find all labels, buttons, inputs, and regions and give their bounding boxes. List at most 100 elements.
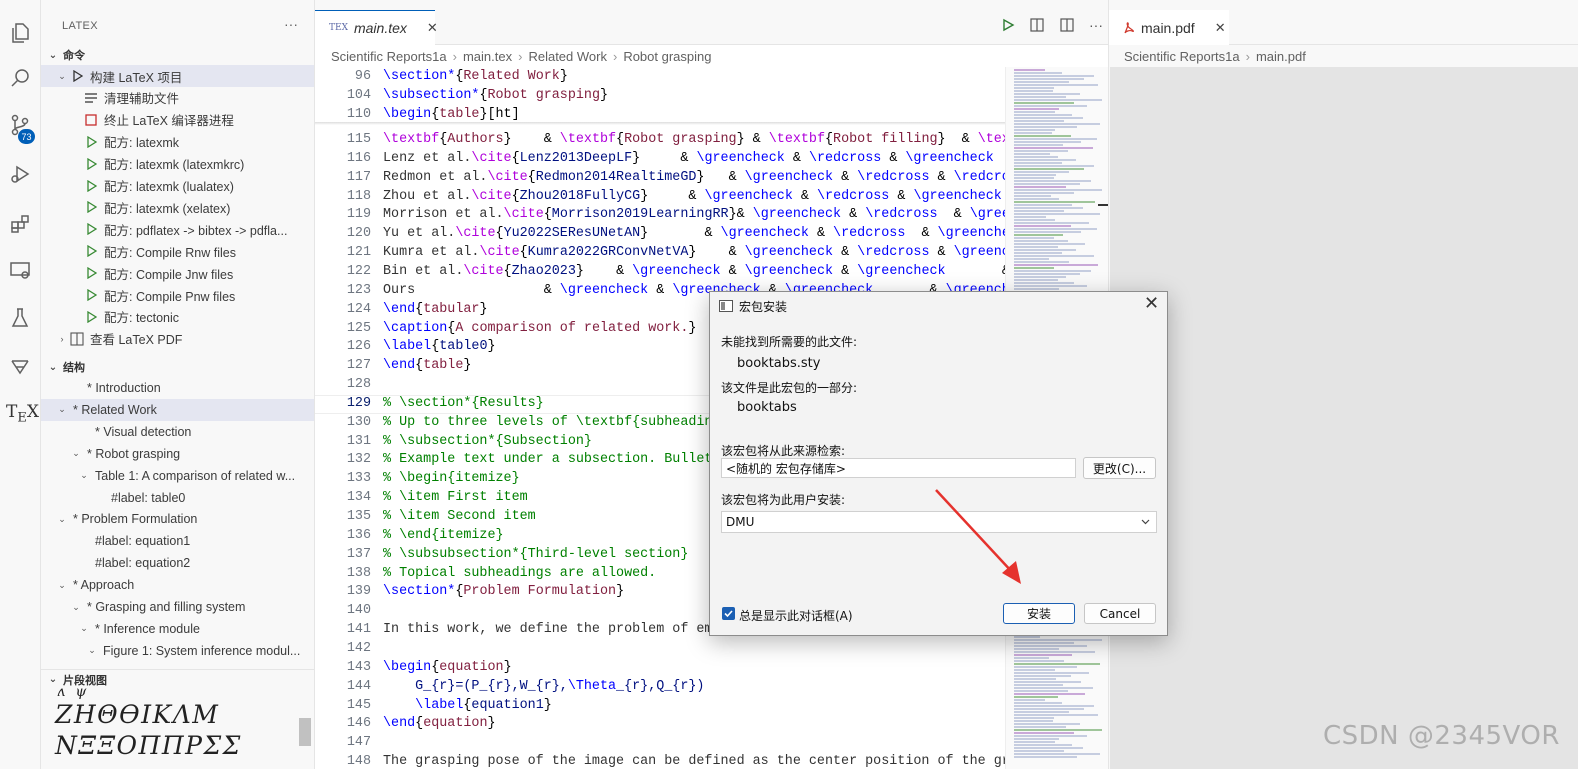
command-item[interactable]: 配方: latexmk (latexmkrc) — [41, 153, 314, 175]
code-line[interactable]: \end{table} — [383, 356, 471, 375]
code-line[interactable]: \caption{A comparison of related work.} — [383, 319, 696, 338]
cancel-button[interactable]: Cancel — [1084, 603, 1156, 624]
chevron-down-icon: ⌄ — [48, 49, 58, 61]
explorer-icon[interactable] — [4, 17, 36, 49]
command-item[interactable]: 配方: pdflatex -> bibtex -> pdfla... — [41, 218, 314, 240]
structure-item[interactable]: ⌄ Table 1: A comparison of related w... — [41, 465, 314, 487]
code-line[interactable]: % \item First item — [383, 488, 528, 507]
code-line[interactable]: % Topical subheadings are allowed. — [383, 564, 656, 583]
breadcrumb-item[interactable]: main.tex — [463, 49, 512, 64]
breadcrumb-item[interactable]: Scientific Reports1a — [1124, 49, 1240, 64]
testing-icon[interactable] — [4, 302, 36, 334]
code-line[interactable]: % \section*{Results} — [383, 394, 544, 413]
breadcrumb-item[interactable]: main.pdf — [1256, 49, 1306, 64]
code-line[interactable]: \label{table0} — [383, 337, 496, 356]
tab-main-tex[interactable]: TEX main.tex ✕ — [315, 10, 438, 45]
command-item[interactable]: 配方: tectonic — [41, 306, 314, 328]
more-actions-icon[interactable]: ··· — [284, 16, 298, 32]
command-item[interactable]: 终止 LaTeX 编译器进程 — [41, 109, 314, 131]
command-item[interactable]: ⌄ 构建 LaTeX 项目 — [41, 65, 314, 87]
code-token: _{r},Q_{r}) — [616, 678, 705, 694]
change-button[interactable]: 更改(C)... — [1083, 457, 1156, 479]
command-item[interactable]: › 查看 LaTeX PDF — [41, 328, 314, 350]
structure-item[interactable]: * Introduction — [41, 377, 314, 399]
command-item[interactable]: 配方: Compile Rnw files — [41, 240, 314, 262]
tab-main-pdf[interactable]: main.pdf ✕ — [1109, 10, 1229, 45]
command-item[interactable]: 配方: latexmk (lualatex) — [41, 175, 314, 197]
snippet-row[interactable]: NΞΞOΠΠΡΣΣ — [55, 731, 242, 760]
structure-item[interactable]: ⌄ * Inference module — [41, 618, 314, 640]
code-token: } & — [640, 226, 721, 242]
code-line[interactable]: Lenz et al.\cite{Lenz2013DeepLF} & \gree… — [383, 149, 994, 168]
code-line[interactable]: % \subsection*{Subsection} — [383, 432, 592, 451]
code-line[interactable]: \end{equation} — [383, 714, 496, 733]
extensions-icon[interactable] — [4, 208, 36, 240]
always-show-checkbox[interactable] — [722, 607, 735, 620]
code-line[interactable]: % \item Second item — [383, 507, 536, 526]
structure-item[interactable]: #label: table0 — [41, 487, 314, 509]
run-debug-icon[interactable] — [4, 158, 36, 190]
tex-icon[interactable]: TEX — [6, 402, 39, 425]
always-show-label[interactable]: 总是显示此对话框(A) — [739, 607, 853, 624]
structure-section-header[interactable]: ⌄ 结构 — [41, 357, 314, 377]
code-line[interactable]: \end{tabular} — [383, 300, 488, 319]
install-button[interactable]: 安装 — [1003, 603, 1075, 624]
source-field[interactable]: <随机的 宏包存储库> — [721, 458, 1076, 478]
view-pdf-icon[interactable] — [1029, 17, 1045, 33]
breadcrumb-item[interactable]: Robot grasping — [623, 49, 711, 64]
code-line[interactable]: Redmon et al.\cite{Redmon2014RealtimeGD}… — [383, 168, 1005, 187]
more-actions-icon[interactable]: ··· — [1089, 17, 1103, 33]
snippet-row[interactable]: ʌ ψ ˜ ˆ ˘ ˙ ˇ ¯ ¯ ˜ — [57, 688, 229, 700]
code-line[interactable]: % \subsubsection*{Third-level section} — [383, 545, 688, 564]
code-line[interactable]: Kumra et al.\cite{Kumra2022GRConvNetVA} … — [383, 243, 1005, 262]
github-copilot-icon[interactable] — [4, 351, 36, 383]
structure-item[interactable]: ⌄ Figure 1: System inference modul... — [41, 640, 314, 662]
command-item[interactable]: 配方: latexmk (xelatex) — [41, 196, 314, 218]
latex-sidebar: LATEX ··· ⌄ 命令 ⌄ 构建 LaTeX 项目 清理辅助文件 终止 LaTeX… — [41, 0, 315, 769]
structure-item[interactable]: * Visual detection — [41, 421, 314, 443]
code-line[interactable]: \begin{table}[ht] — [383, 105, 520, 124]
command-item[interactable]: 配方: latexmk — [41, 131, 314, 153]
code-line[interactable]: % \end{itemize} — [383, 526, 504, 545]
snippet-view[interactable]: ʌ ψ ˜ ˆ ˘ ˙ ˇ ¯ ¯ ˜ ZHΘϴIKΛM NΞΞOΠΠΡΣΣ — [53, 688, 314, 769]
code-line[interactable]: \section*{Problem Formulation} — [383, 582, 624, 601]
code-line[interactable]: Zhou et al.\cite{Zhou2018FullyCG} & \gre… — [383, 187, 1002, 206]
command-item[interactable]: 清理辅助文件 — [41, 87, 314, 109]
snippet-scrollbar[interactable] — [299, 718, 311, 746]
code-line[interactable]: \begin{equation} — [383, 658, 512, 677]
code-line[interactable]: Morrison et al.\cite{Morrison2019Learnin… — [383, 205, 1005, 224]
structure-item[interactable]: #label: equation2 — [41, 552, 314, 574]
remote-explorer-icon[interactable] — [4, 254, 36, 286]
snippet-row[interactable]: ZHΘϴIKΛM — [55, 700, 219, 729]
code-line[interactable]: Bin et al.\cite{Zhao2023} & \greencheck … — [383, 262, 1005, 281]
code-line[interactable]: % \begin{itemize} — [383, 469, 520, 488]
breadcrumb-item[interactable]: Related Work — [528, 49, 607, 64]
structure-item[interactable]: ⌄ * Related Work — [41, 398, 314, 421]
breadcrumb-item[interactable]: Scientific Reports1a — [331, 49, 447, 64]
structure-item[interactable]: ⌄ * Grasping and filling system — [41, 596, 314, 618]
commands-section-header[interactable]: ⌄ 命令 — [41, 45, 314, 65]
pdf-viewer[interactable] — [1110, 67, 1578, 769]
code-line[interactable]: \textbf{Authors} & \textbf{Robot graspin… — [383, 130, 1005, 149]
close-icon[interactable]: ✕ — [427, 20, 438, 36]
minimap-line — [1014, 717, 1054, 719]
structure-item[interactable]: ⌄ * Problem Formulation — [41, 508, 314, 530]
structure-item[interactable]: #label: equation1 — [41, 530, 314, 552]
run-build-icon[interactable] — [1001, 18, 1015, 32]
code-line[interactable]: \subsection*{Robot grasping} — [383, 86, 608, 105]
code-line[interactable]: \label{equation1} — [383, 696, 552, 715]
search-icon[interactable] — [4, 62, 36, 94]
code-line[interactable]: \section*{Related Work} — [383, 67, 568, 86]
code-line[interactable]: G_{r}=(P_{r},W_{r},\Theta_{r},Q_{r}) — [383, 677, 704, 696]
structure-item[interactable]: ⌄ * Approach — [41, 574, 314, 596]
snippet-section-header[interactable]: ⌄ 片段视图 — [41, 669, 314, 689]
code-line[interactable]: The grasping pose of the image can be de… — [383, 752, 1005, 769]
structure-item[interactable]: ⌄ * Robot grasping — [41, 443, 314, 465]
command-item[interactable]: 配方: Compile Pnw files — [41, 284, 314, 306]
code-line[interactable]: Yu et al.\cite{Yu2022SEResUNetAN} & \gre… — [383, 224, 1005, 243]
command-item[interactable]: 配方: Compile Jnw files — [41, 262, 314, 284]
close-icon[interactable]: ✕ — [1144, 293, 1159, 314]
line-number: 148 — [346, 754, 371, 769]
close-icon[interactable]: ✕ — [1215, 20, 1226, 36]
split-editor-icon[interactable] — [1059, 17, 1075, 33]
